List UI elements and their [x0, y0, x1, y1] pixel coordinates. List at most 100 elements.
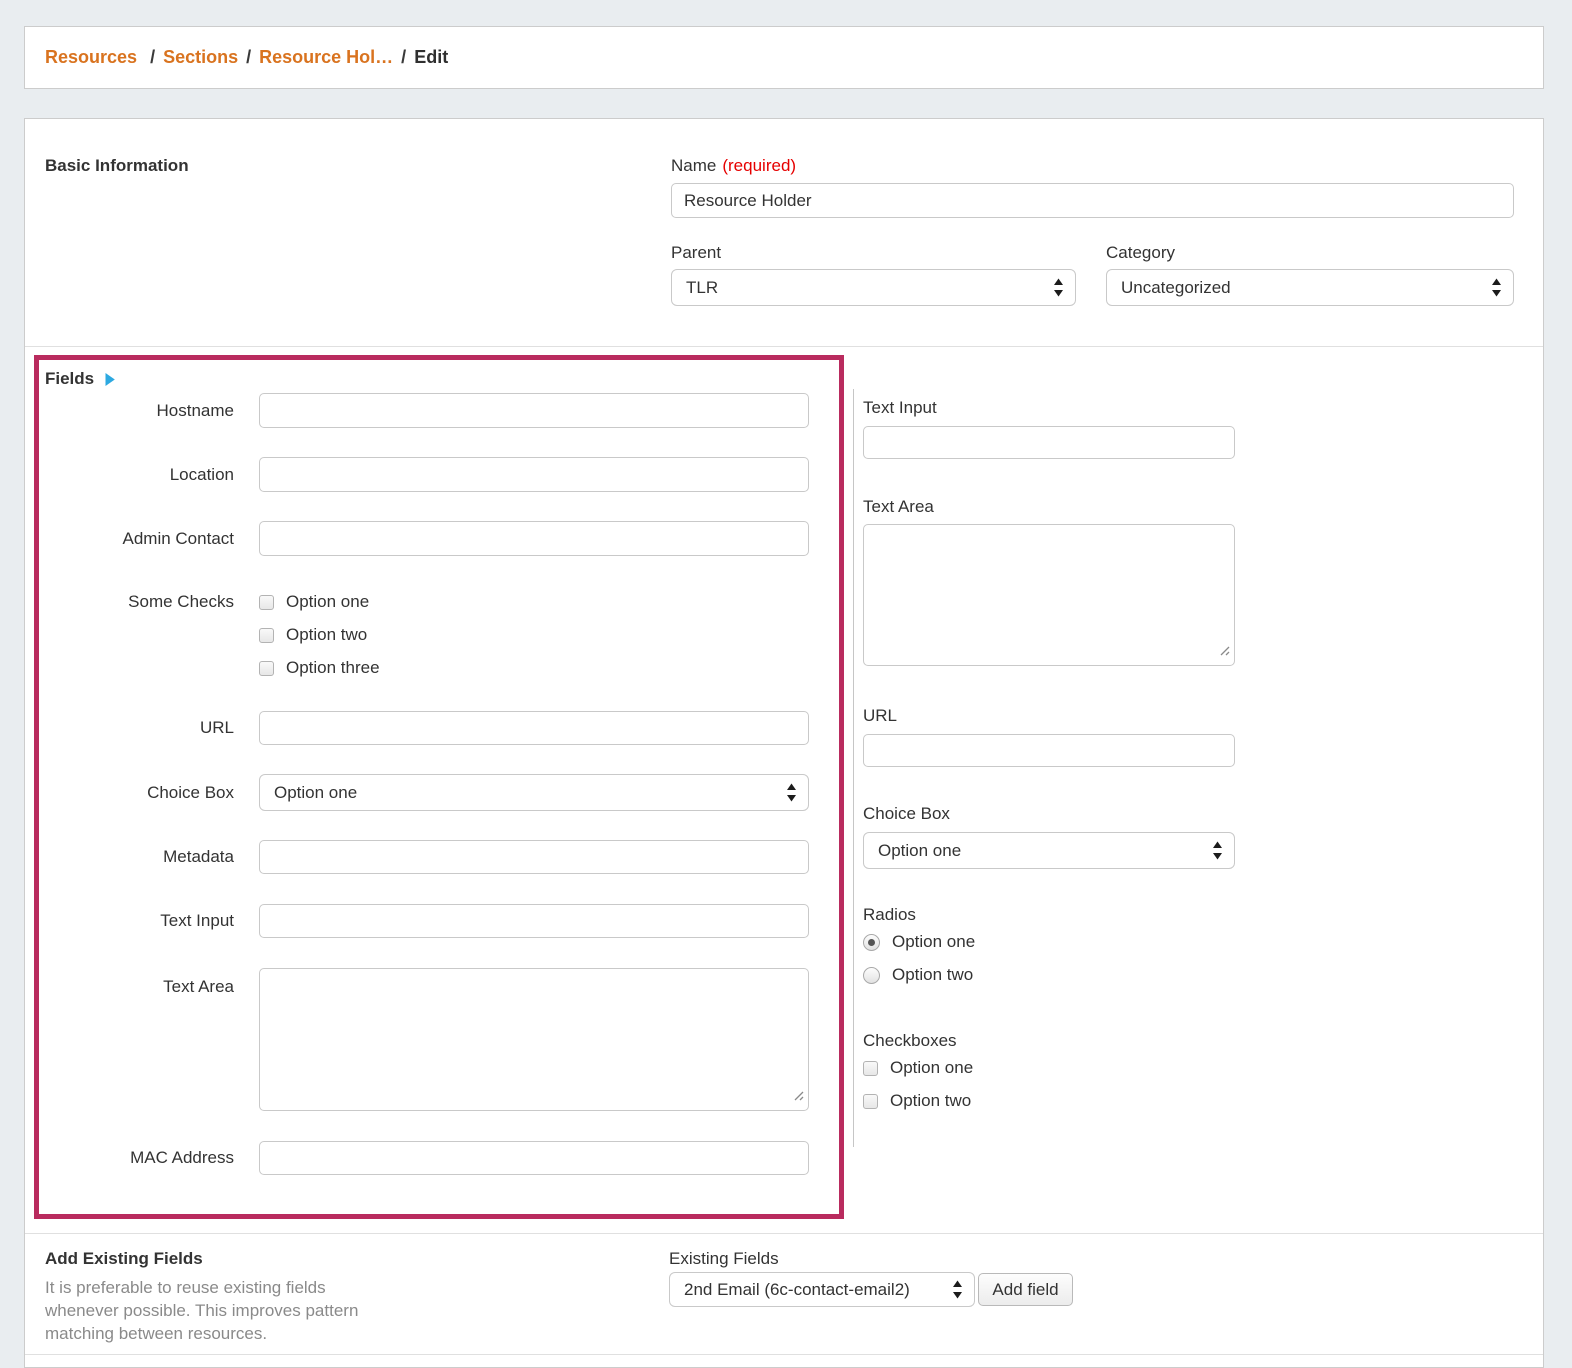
radio-button[interactable] [863, 934, 880, 951]
checkbox-option-row: Option two [259, 622, 809, 648]
preview-url-input[interactable] [863, 734, 1235, 767]
metadata-input[interactable] [259, 840, 809, 874]
updown-arrows-icon [952, 1279, 963, 1300]
checkbox[interactable] [863, 1061, 878, 1076]
location-label: Location [45, 465, 259, 485]
checkbox-option-label: Option two [890, 1091, 971, 1111]
preview-divider [853, 389, 854, 1147]
preview-choice-box-value: Option one [878, 841, 961, 861]
checkbox-option-label: Option two [286, 625, 367, 645]
choice-box-select[interactable]: Option one [259, 774, 809, 811]
fields-heading: Fields [45, 369, 94, 389]
radio-button[interactable] [863, 967, 880, 984]
url-input[interactable] [259, 711, 809, 745]
text-input-label: Text Input [45, 911, 259, 931]
name-input[interactable] [671, 183, 1514, 218]
add-existing-fields-heading: Add Existing Fields [45, 1249, 203, 1269]
collapse-arrow-icon[interactable] [104, 372, 116, 387]
choice-box-label: Choice Box [45, 783, 259, 803]
admin-contact-label: Admin Contact [45, 529, 259, 549]
text-area-field-row: Text Area [45, 968, 809, 1111]
breadcrumb-current: Edit [414, 47, 448, 68]
name-label-row: Name (required) [671, 156, 796, 176]
preview-choice-box-label: Choice Box [863, 804, 950, 824]
preview-text-input-label: Text Input [863, 398, 937, 418]
basic-information-heading: Basic Information [45, 156, 189, 176]
checkbox[interactable] [259, 595, 274, 610]
preview-text-area[interactable] [863, 524, 1235, 666]
text-input-input[interactable] [259, 904, 809, 938]
hostname-field-row: Hostname [45, 393, 809, 428]
checkbox[interactable] [259, 661, 274, 676]
parent-label: Parent [671, 243, 721, 263]
text-input-field-row: Text Input [45, 904, 809, 938]
checkbox-option-row: Option three [259, 655, 809, 681]
checkbox-option-label: Option one [286, 592, 369, 612]
updown-arrows-icon [1212, 840, 1223, 861]
location-input[interactable] [259, 457, 809, 492]
existing-fields-label: Existing Fields [669, 1249, 779, 1269]
metadata-field-row: Metadata [45, 840, 809, 874]
url-field-row: URL [45, 711, 809, 745]
choice-box-select-value: Option one [274, 783, 357, 803]
radio-option-label: Option two [892, 965, 973, 985]
name-required-hint: (required) [722, 156, 796, 176]
section-divider [25, 346, 1543, 347]
section-divider [25, 1233, 1543, 1234]
breadcrumb-separator: / [401, 47, 406, 68]
some-checks-field-row: Some Checks Option one Option two Option… [45, 589, 809, 681]
breadcrumb-link-resource-holder[interactable]: Resource Hol… [259, 47, 393, 68]
preview-choice-box-select[interactable]: Option one [863, 832, 1235, 869]
mac-address-field-row: MAC Address [45, 1141, 809, 1175]
checkbox-option-label: Option one [890, 1058, 973, 1078]
breadcrumb-link-sections[interactable]: Sections [163, 47, 238, 68]
mac-address-label: MAC Address [45, 1148, 259, 1168]
checkbox[interactable] [863, 1094, 878, 1109]
existing-fields-select-value: 2nd Email (6c-contact-email2) [684, 1280, 910, 1300]
parent-select-value: TLR [686, 278, 718, 298]
hostname-input[interactable] [259, 393, 809, 428]
checkbox-option-label: Option three [286, 658, 380, 678]
mac-address-input[interactable] [259, 1141, 809, 1175]
preview-text-area-label: Text Area [863, 497, 934, 517]
preview-checkboxes-label: Checkboxes [863, 1031, 957, 1051]
checkbox-option-row: Option two [863, 1088, 973, 1114]
edit-form-card: Basic Information Name (required) Parent… [24, 118, 1544, 1368]
preview-radios-label: Radios [863, 905, 916, 925]
category-select[interactable]: Uncategorized [1106, 269, 1514, 306]
text-area-textarea[interactable] [259, 968, 809, 1111]
add-field-button[interactable]: Add field [978, 1273, 1073, 1306]
breadcrumb-link-resources[interactable]: Resources [45, 47, 137, 68]
metadata-label: Metadata [45, 847, 259, 867]
preview-url-label: URL [863, 706, 897, 726]
admin-contact-field-row: Admin Contact [45, 521, 809, 556]
location-field-row: Location [45, 457, 809, 492]
updown-arrows-icon [786, 782, 797, 803]
some-checks-label: Some Checks [45, 589, 259, 615]
radio-option-row: Option one [863, 929, 975, 955]
category-select-value: Uncategorized [1121, 278, 1231, 298]
add-existing-fields-description: It is preferable to reuse existing field… [45, 1276, 399, 1345]
radio-option-row: Option two [863, 962, 975, 988]
checkbox-option-row: Option one [259, 589, 809, 615]
checkbox[interactable] [259, 628, 274, 643]
updown-arrows-icon [1491, 277, 1502, 298]
url-label: URL [45, 718, 259, 738]
breadcrumb-separator: / [246, 47, 251, 68]
updown-arrows-icon [1053, 277, 1064, 298]
existing-fields-select[interactable]: 2nd Email (6c-contact-email2) [669, 1272, 975, 1307]
fields-heading-row: Fields [45, 369, 116, 389]
breadcrumb-separator: / [150, 47, 155, 68]
text-area-label: Text Area [45, 968, 259, 997]
checkbox-option-row: Option one [863, 1055, 973, 1081]
breadcrumb: Resources / Sections / Resource Hol… / E… [24, 26, 1544, 89]
category-label: Category [1106, 243, 1175, 263]
hostname-label: Hostname [45, 401, 259, 421]
name-label: Name [671, 156, 716, 176]
section-divider [25, 1354, 1543, 1355]
choice-box-field-row: Choice Box Option one [45, 774, 809, 811]
radio-option-label: Option one [892, 932, 975, 952]
admin-contact-input[interactable] [259, 521, 809, 556]
preview-text-input[interactable] [863, 426, 1235, 459]
parent-select[interactable]: TLR [671, 269, 1076, 306]
